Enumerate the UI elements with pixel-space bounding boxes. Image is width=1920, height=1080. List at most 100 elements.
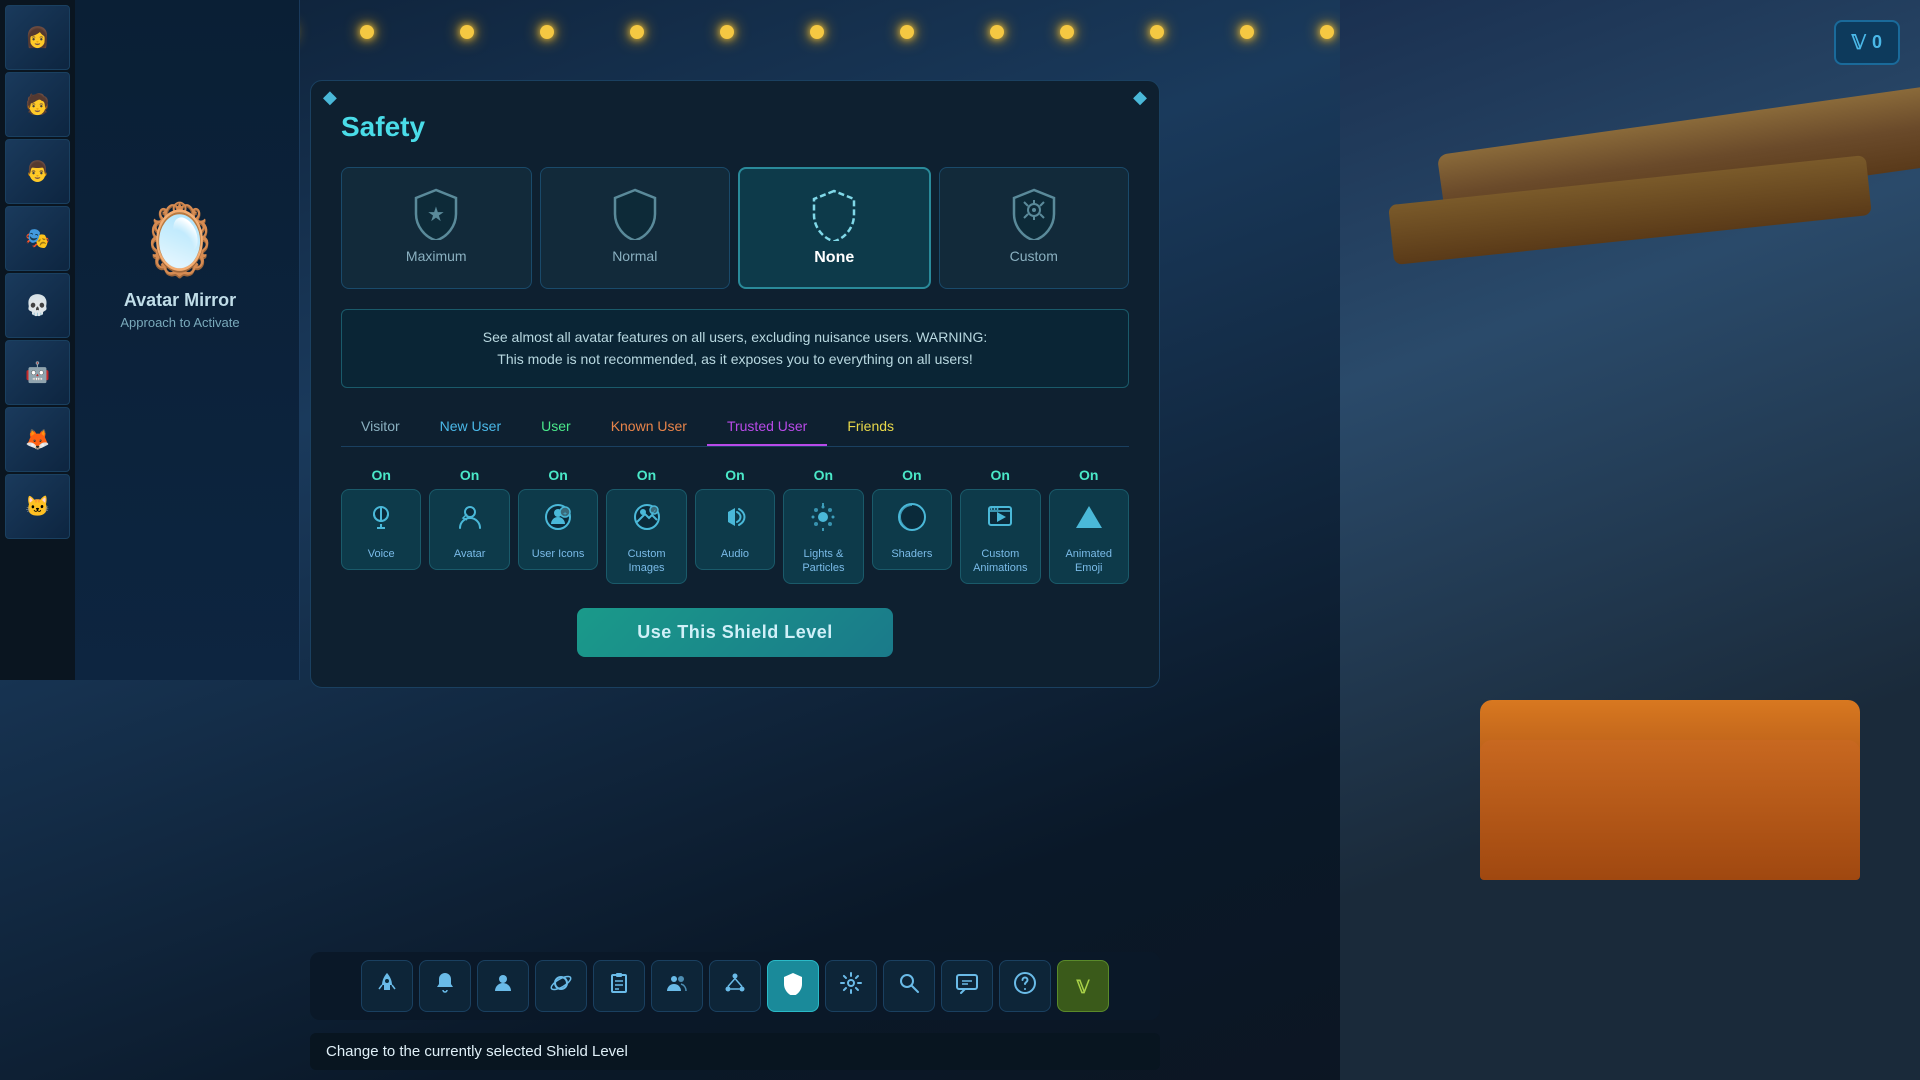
chat-icon: [955, 971, 979, 1001]
avatar-status: On: [429, 467, 509, 483]
shaders-icon-box[interactable]: Shaders: [872, 489, 952, 570]
custom-level-name: Custom: [950, 248, 1119, 264]
avatar-thumb-1: 👩: [5, 5, 70, 70]
avatar-mirror-label: Avatar Mirror: [80, 290, 280, 311]
custom-animations-status: On: [960, 467, 1040, 483]
avatar-thumb-2: 🧑: [5, 72, 70, 137]
ceiling-light: [630, 25, 644, 39]
feature-custom-images[interactable]: On ✓ Custom Images: [606, 467, 686, 585]
nav-icon-settings[interactable]: [825, 960, 877, 1012]
shield-level-maximum[interactable]: ★ Maximum: [341, 167, 532, 289]
voice-icon-box[interactable]: Voice: [341, 489, 421, 570]
avatar-name: Avatar: [454, 547, 486, 561]
voice-icon: [366, 502, 396, 539]
feature-avatar[interactable]: On Avatar: [429, 467, 509, 585]
ceiling-light: [990, 25, 1004, 39]
animated-emoji-icon: [1074, 502, 1104, 539]
nav-icon-group[interactable]: [651, 960, 703, 1012]
shaders-name: Shaders: [891, 547, 932, 561]
warning-box: See almost all avatar features on all us…: [341, 309, 1129, 388]
custom-shield-icon: [950, 188, 1119, 240]
custom-animations-name: Custom Animations: [967, 547, 1033, 576]
avatar-thumb-3: 👨: [5, 139, 70, 204]
settings-icon: [839, 971, 863, 1001]
nav-icon-planet[interactable]: [535, 960, 587, 1012]
avatar-thumb-8: 🐱: [5, 474, 70, 539]
right-scene: [1340, 0, 1920, 1080]
ceiling-light: [900, 25, 914, 39]
nav-icon-v-logo[interactable]: 𝕍: [1057, 960, 1109, 1012]
avatar-icon: [455, 502, 485, 539]
avatar-icon-box[interactable]: Avatar: [429, 489, 509, 570]
avatar-thumb-6: 🤖: [5, 340, 70, 405]
search-icon: [897, 971, 921, 1001]
nav-icon-bell[interactable]: [419, 960, 471, 1012]
svg-text:★: ★: [427, 204, 445, 226]
nav-icon-person[interactable]: [477, 960, 529, 1012]
feature-shaders[interactable]: On Shaders: [872, 467, 952, 585]
planet-icon: [549, 971, 573, 1001]
nav-icon-chat[interactable]: [941, 960, 993, 1012]
avatar-thumb-7: 🦊: [5, 407, 70, 472]
audio-icon-box[interactable]: Audio: [695, 489, 775, 570]
use-shield-level-button[interactable]: Use This Shield Level: [577, 608, 893, 657]
user-tab-trusted-user[interactable]: Trusted User: [707, 408, 827, 446]
modal-corner-tr: ◆: [1133, 87, 1147, 108]
feature-lights-particles[interactable]: On Lights & Particles: [783, 467, 863, 585]
lights-particles-name: Lights & Particles: [790, 547, 856, 576]
modal-title: Safety: [341, 111, 1129, 143]
nav-icon-help[interactable]: [999, 960, 1051, 1012]
lights-particles-icon-box[interactable]: Lights & Particles: [783, 489, 863, 585]
currency-badge: 𝕍 0: [1834, 20, 1900, 65]
feature-animated-emoji[interactable]: On Animated Emoji: [1049, 467, 1129, 585]
custom-animations-icon-box[interactable]: Custom Animations: [960, 489, 1040, 585]
custom-images-name: Custom Images: [613, 547, 679, 576]
shield-level-none[interactable]: None: [738, 167, 931, 289]
animated-emoji-icon-box[interactable]: Animated Emoji: [1049, 489, 1129, 585]
user-icons-icon-box[interactable]: + User Icons: [518, 489, 598, 570]
shield-level-normal[interactable]: Normal: [540, 167, 731, 289]
feature-audio[interactable]: On Audio: [695, 467, 775, 585]
shaders-icon: [897, 502, 927, 539]
nav-icon-search[interactable]: [883, 960, 935, 1012]
avatar-mirror-area: 🪞 Avatar Mirror Approach to Activate: [80, 200, 280, 330]
feature-user-icons[interactable]: On + User Icons: [518, 467, 598, 585]
ceiling-light: [1320, 25, 1334, 39]
voice-status: On: [341, 467, 421, 483]
none-level-name: None: [750, 249, 919, 267]
none-shield-icon: [750, 189, 919, 241]
user-tab-friends[interactable]: Friends: [827, 408, 914, 446]
custom-images-icon-box[interactable]: ✓ Custom Images: [606, 489, 686, 585]
sofa-area: [1460, 680, 1860, 880]
nav-icon-shield[interactable]: [767, 960, 819, 1012]
shaders-status: On: [872, 467, 952, 483]
feature-custom-animations[interactable]: On Custom Animations: [960, 467, 1040, 585]
user-tab-user[interactable]: User: [521, 408, 591, 446]
shield-icon: [781, 971, 805, 1001]
avatar-mirror-graphic: 🪞: [80, 200, 280, 282]
animated-emoji-name: Animated Emoji: [1056, 547, 1122, 576]
nav-icon-clipboard[interactable]: [593, 960, 645, 1012]
modal-corner-tl: ◆: [323, 87, 337, 108]
feature-voice[interactable]: On Voice: [341, 467, 421, 585]
warning-line1: See almost all avatar features on all us…: [483, 329, 988, 345]
user-tabs: VisitorNew UserUserKnown UserTrusted Use…: [341, 408, 1129, 447]
user-tab-new-user[interactable]: New User: [420, 408, 521, 446]
maximum-level-name: Maximum: [352, 248, 521, 264]
nav-icon-network[interactable]: [709, 960, 761, 1012]
ceiling-light: [460, 25, 474, 39]
user-icons-name: User Icons: [532, 547, 585, 561]
user-tab-known-user[interactable]: Known User: [591, 408, 707, 446]
v-logo-icon: 𝕍: [1076, 973, 1089, 999]
shield-level-custom[interactable]: Custom: [939, 167, 1130, 289]
bottom-nav: 𝕍: [310, 952, 1160, 1020]
user-tab-visitor[interactable]: Visitor: [341, 408, 420, 446]
normal-level-name: Normal: [551, 248, 720, 264]
person-icon: [491, 971, 515, 1001]
features-grid: On Voice On Avatar On + User Icons On ✓ …: [341, 467, 1129, 585]
ceiling-light: [360, 25, 374, 39]
warning-line2: This mode is not recommended, as it expo…: [497, 351, 972, 367]
svg-text:✓: ✓: [651, 509, 657, 516]
network-icon: [723, 971, 747, 1001]
nav-icon-rocket[interactable]: [361, 960, 413, 1012]
